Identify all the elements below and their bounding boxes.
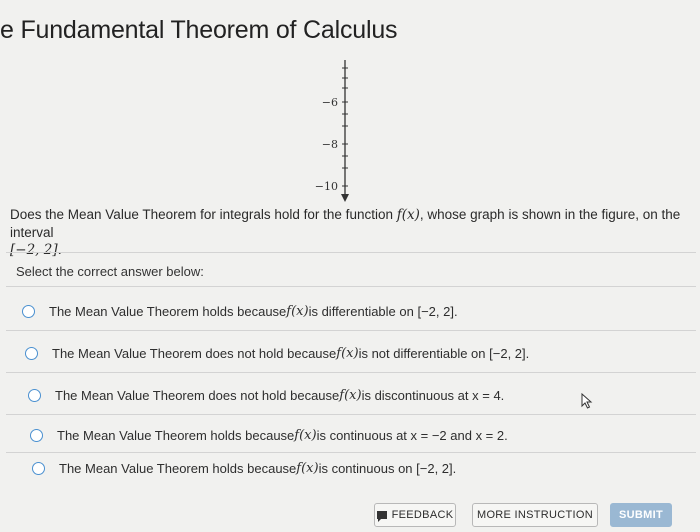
answer-option-1[interactable]: The Mean Value Theorem holds because f(x… <box>22 304 458 319</box>
divider <box>6 330 696 331</box>
answer-option-5[interactable]: The Mean Value Theorem holds because f(x… <box>32 461 456 476</box>
answer-option-3[interactable]: The Mean Value Theorem does not hold bec… <box>28 388 504 403</box>
radio-button[interactable] <box>22 305 35 318</box>
mouse-cursor-icon <box>581 393 593 409</box>
submit-button[interactable]: SUBMIT <box>610 503 672 527</box>
radio-button[interactable] <box>32 462 45 475</box>
answer-option-2[interactable]: The Mean Value Theorem does not hold bec… <box>25 346 529 361</box>
radio-button[interactable] <box>28 389 41 402</box>
radio-button[interactable] <box>30 429 43 442</box>
divider <box>6 414 696 415</box>
divider <box>6 372 696 373</box>
page-title: e Fundamental Theorem of Calculus <box>0 16 398 44</box>
tick-label: −8 <box>322 138 338 151</box>
divider <box>6 286 696 287</box>
more-instruction-button[interactable]: MORE INSTRUCTION <box>472 503 598 527</box>
feedback-button[interactable]: FEEDBACK <box>374 503 456 527</box>
graph-figure: −6 −8 −10 <box>315 60 349 202</box>
answer-prompt: Select the correct answer below: <box>16 264 204 279</box>
divider <box>6 252 696 253</box>
interval-symbol: [−2, 2]. <box>10 242 62 258</box>
speech-bubble-icon <box>376 511 387 522</box>
tick-label: −6 <box>322 96 338 109</box>
function-symbol: f(x) <box>396 207 420 223</box>
divider <box>6 452 696 453</box>
answer-option-4[interactable]: The Mean Value Theorem holds because f(x… <box>30 428 508 443</box>
axis-arrow-icon <box>341 194 349 202</box>
radio-button[interactable] <box>25 347 38 360</box>
tick-label: −10 <box>315 180 338 193</box>
